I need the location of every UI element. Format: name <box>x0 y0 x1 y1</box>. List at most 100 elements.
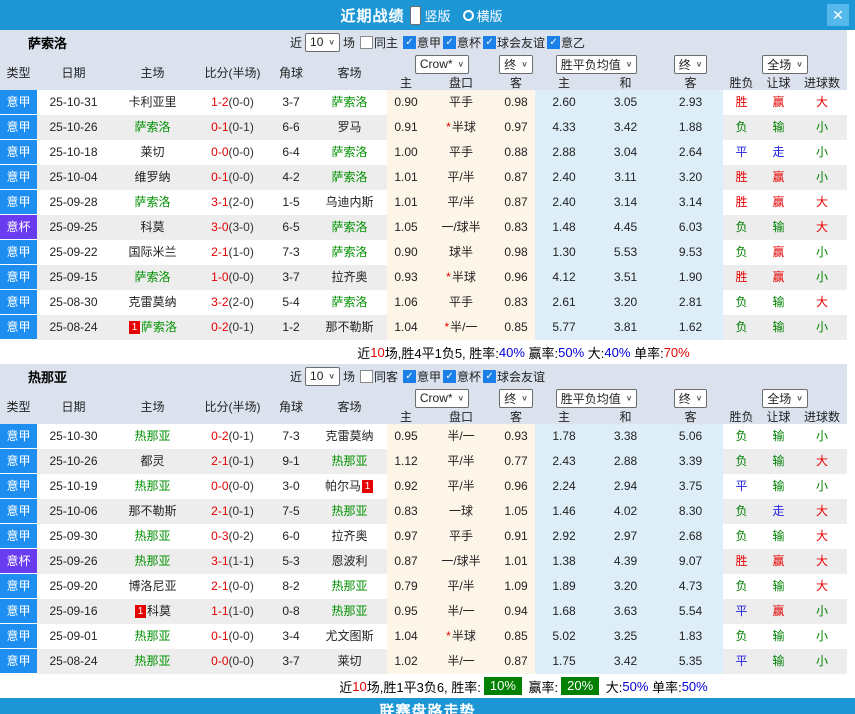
league-checkbox[interactable]: ✓ 意杯 <box>443 34 481 51</box>
handicap-home-odds: 0.90 <box>387 240 425 265</box>
star-marker: * <box>446 120 451 134</box>
result-wdl: 负 <box>723 524 760 549</box>
avg-draw-odds: 3.14 <box>593 190 658 215</box>
same-venue-checkbox[interactable]: 同主 <box>360 34 398 51</box>
league-checkbox[interactable]: ✓ 球会友谊 <box>483 368 545 385</box>
result-goals: 小 <box>797 649 847 674</box>
league-checkbox-label: 球会友谊 <box>497 34 545 51</box>
avg-away-odds: 3.14 <box>658 190 723 215</box>
avg-odds-select[interactable]: 胜平负均值∨ <box>556 55 638 74</box>
odds-provider-select[interactable]: Crow*∨ <box>415 389 469 408</box>
home-team: 热那亚 <box>110 549 195 574</box>
match-score: 2-1(0-0) <box>195 574 270 599</box>
result-goals: 小 <box>797 315 847 340</box>
scope-select[interactable]: 全场∨ <box>762 389 808 408</box>
match-score: 2-1(0-1) <box>195 449 270 474</box>
odds-provider-select[interactable]: Crow*∨ <box>415 55 469 74</box>
odds-state-select[interactable]: 终∨ <box>499 389 533 408</box>
radio-vertical[interactable]: 竖版 <box>410 6 450 25</box>
scope-select[interactable]: 全场∨ <box>762 55 808 74</box>
league-checkbox[interactable]: ✓ 意甲 <box>403 368 441 385</box>
avg-home-odds: 2.40 <box>535 165 593 190</box>
same-venue-checkbox[interactable]: 同客 <box>360 368 398 385</box>
result-goals: 大 <box>797 549 847 574</box>
away-team: 热那亚 <box>312 599 387 624</box>
handicap-away-odds: 0.91 <box>497 524 535 549</box>
result-wdl: 负 <box>723 240 760 265</box>
checkbox-checked-icon: ✓ <box>403 36 416 49</box>
radio-horizontal-label: 横版 <box>477 6 503 25</box>
match-date: 25-09-01 <box>37 624 110 649</box>
team-text: 萨索洛 <box>331 170 367 184</box>
summary-token: 40% <box>499 345 525 360</box>
page-title: 近期战绩 <box>340 5 404 26</box>
handicap-home-odds: 0.79 <box>387 574 425 599</box>
avg-odds-select[interactable]: 胜平负均值∨ <box>556 389 638 408</box>
league-badge: 意甲 <box>0 599 37 624</box>
result-wdl: 负 <box>723 290 760 315</box>
result-handicap: 输 <box>760 649 797 674</box>
team-text: 莱切 <box>140 145 164 159</box>
home-team: 那不勒斯 <box>110 499 195 524</box>
corner-score: 5-4 <box>270 290 312 315</box>
avg-draw-odds: 4.39 <box>593 549 658 574</box>
league-badge: 意甲 <box>0 115 37 140</box>
avg-away-odds: 9.07 <box>658 549 723 574</box>
odds-state-select[interactable]: 终∨ <box>499 55 533 74</box>
league-filters: ✓ 意甲 ✓ 意杯 ✓ 球会友谊 ✓ 意乙 <box>401 34 585 51</box>
chevron-down-icon: ∨ <box>796 393 803 402</box>
summary-token: 场,胜1平3负6, 胜率: <box>367 677 481 696</box>
match-rows: 意甲 25-10-30 热那亚 0-2(0-1) 7-3 克雷莫纳 0.95 半… <box>0 424 847 674</box>
close-button[interactable]: ✕ <box>827 4 849 26</box>
avg-home-odds: 5.02 <box>535 624 593 649</box>
match-score: 1-1(1-0) <box>195 599 270 624</box>
team-text: 萨索洛 <box>134 120 170 134</box>
league-badge: 意甲 <box>0 524 37 549</box>
handicap-line: *半球 <box>425 265 497 290</box>
away-team: 萨索洛 <box>312 165 387 190</box>
handicap-line: 一/球半 <box>425 215 497 240</box>
col-avg-away: 客 <box>658 408 723 425</box>
avg-state-select[interactable]: 终∨ <box>674 389 708 408</box>
home-team: 都灵 <box>110 449 195 474</box>
radio-horizontal[interactable]: 横版 <box>463 6 503 25</box>
league-checkbox[interactable]: ✓ 意乙 <box>547 34 585 51</box>
league-checkbox-label: 意甲 <box>417 368 441 385</box>
handicap-line: 平手 <box>425 140 497 165</box>
league-checkbox[interactable]: ✓ 意甲 <box>403 34 441 51</box>
match-row: 意甲 25-08-24 1萨索洛 0-2(0-1) 1-2 那不勒斯 1.04 … <box>0 315 847 340</box>
handicap-home-odds: 1.02 <box>387 649 425 674</box>
recent-count-select[interactable]: 10 ∨ <box>305 367 340 386</box>
red-card-badge: 1 <box>362 480 373 493</box>
avg-state-select[interactable]: 终∨ <box>674 55 708 74</box>
summary-token: 50% <box>558 345 584 360</box>
result-wdl: 胜 <box>723 265 760 290</box>
result-handicap: 输 <box>760 449 797 474</box>
next-section-header: 联赛盘路走势 <box>0 698 855 714</box>
col-goals-result: 进球数 <box>797 408 847 425</box>
league-checkbox[interactable]: ✓ 球会友谊 <box>483 34 545 51</box>
col-result: 胜负 <box>723 74 760 91</box>
result-wdl: 胜 <box>723 549 760 574</box>
result-handicap: 赢 <box>760 240 797 265</box>
avg-away-odds: 1.90 <box>658 265 723 290</box>
col-away: 客场 <box>312 64 387 81</box>
match-score: 3-2(2-0) <box>195 290 270 315</box>
match-date: 25-09-15 <box>37 265 110 290</box>
league-checkbox[interactable]: ✓ 意杯 <box>443 368 481 385</box>
handicap-away-odds: 0.96 <box>497 265 535 290</box>
recent-count-select[interactable]: 10 ∨ <box>305 33 340 52</box>
col-away: 客场 <box>312 398 387 415</box>
corner-score: 3-0 <box>270 474 312 499</box>
team-text: 热那亚 <box>134 529 170 543</box>
handicap-away-odds: 0.85 <box>497 624 535 649</box>
avg-draw-odds: 3.81 <box>593 315 658 340</box>
corner-score: 4-2 <box>270 165 312 190</box>
result-wdl: 胜 <box>723 165 760 190</box>
avg-draw-odds: 3.05 <box>593 90 658 115</box>
match-score: 0-1(0-0) <box>195 624 270 649</box>
avg-away-odds: 5.54 <box>658 599 723 624</box>
match-row: 意甲 25-10-18 莱切 0-0(0-0) 6-4 萨索洛 1.00 平手 … <box>0 140 847 165</box>
corner-score: 0-8 <box>270 599 312 624</box>
home-team: 热那亚 <box>110 524 195 549</box>
